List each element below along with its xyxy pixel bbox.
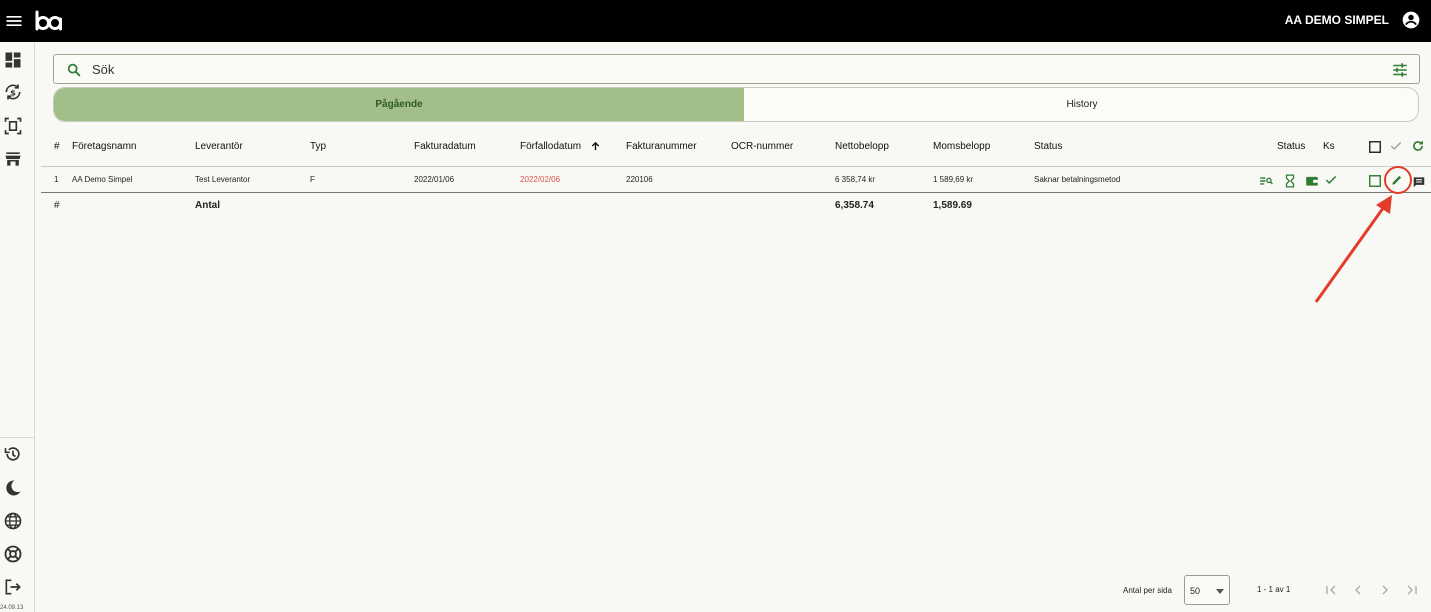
dropdown-arrow-icon (1216, 589, 1224, 594)
totals-label: Antal (195, 200, 220, 211)
account-circle-icon[interactable] (1401, 10, 1421, 30)
totals-net: 6,358.74 (835, 200, 874, 211)
currency-exchange-icon[interactable]: $ (3, 82, 23, 102)
logout-icon[interactable] (3, 577, 23, 597)
col-header-ks: Ks (1323, 141, 1335, 152)
row-supplier: Test Leverantor (195, 175, 251, 184)
search-input[interactable] (92, 60, 1292, 78)
row-net: 6 358,74 kr (835, 175, 876, 184)
col-header-supplier[interactable]: Leverantör (195, 141, 243, 152)
wallet-icon[interactable] (1305, 174, 1319, 188)
select-all-checkbox-icon[interactable] (1368, 140, 1382, 154)
lifebuoy-icon[interactable] (3, 544, 23, 564)
col-header-status[interactable]: Status (1034, 141, 1062, 152)
col-header-status-icons: Status (1277, 141, 1306, 152)
next-page-icon[interactable] (1377, 582, 1393, 598)
version-label: 24.09.13 (0, 605, 24, 611)
tab-bar: Pågående History (53, 87, 1419, 122)
totals-vat: 1,589.69 (933, 200, 972, 211)
col-header-ocr[interactable]: OCR-nummer (731, 141, 793, 152)
sidebar: $ 24.09.13 (0, 42, 35, 612)
row-checkbox-icon[interactable] (1368, 174, 1382, 188)
per-page-select[interactable]: 50 (1184, 575, 1230, 605)
tab-history[interactable]: History (744, 88, 1418, 121)
col-header-company[interactable]: Företagsnamn (72, 141, 136, 152)
page-range: 1 - 1 av 1 (1257, 585, 1291, 594)
hourglass-icon[interactable] (1283, 174, 1297, 188)
row-invoice-number: 220106 (626, 175, 653, 184)
globe-icon[interactable] (3, 511, 23, 531)
annotation-arrow (1314, 195, 1392, 303)
per-page-label: Antal per sida (1123, 586, 1172, 595)
col-header-type[interactable]: Typ (310, 141, 326, 152)
dashboard-icon[interactable] (3, 50, 23, 70)
search-icon (67, 63, 81, 77)
previous-page-icon[interactable] (1350, 582, 1366, 598)
logo[interactable] (34, 10, 64, 32)
last-page-icon[interactable] (1404, 582, 1420, 598)
menu-icon[interactable] (4, 11, 24, 31)
row-due-date: 2022/02/06 (520, 175, 561, 184)
row-divider (41, 192, 1431, 193)
search-bar[interactable] (53, 54, 1420, 84)
col-header-invoice-number[interactable]: Fakturanummer (626, 141, 697, 152)
row-company: AA Demo Simpel (72, 175, 133, 184)
row-vat: 1 589,69 kr (933, 175, 974, 184)
user-name[interactable]: AA DEMO SIMPEL (1285, 13, 1389, 27)
top-bar: AA DEMO SIMPEL (0, 0, 1431, 42)
col-header-num: # (54, 141, 60, 152)
sidebar-divider (0, 437, 35, 438)
totals-num: # (54, 200, 60, 211)
first-page-icon[interactable] (1323, 582, 1339, 598)
dark-mode-icon[interactable] (3, 478, 23, 498)
col-header-invoice-date[interactable]: Fakturadatum (414, 141, 476, 152)
view-details-icon[interactable] (1259, 174, 1273, 188)
row-invoice-date: 2022/01/06 (414, 175, 455, 184)
tab-pagaende[interactable]: Pågående (54, 88, 744, 121)
approve-all-check-icon[interactable] (1389, 139, 1403, 153)
per-page-value: 50 (1190, 586, 1201, 596)
row-status: Saknar betalningsmetod (1034, 175, 1121, 184)
document-scan-icon[interactable] (3, 116, 23, 136)
row-type: F (310, 175, 315, 184)
annotation-circle (1384, 166, 1412, 194)
col-header-net[interactable]: Nettobelopp (835, 141, 889, 152)
store-icon[interactable] (3, 149, 23, 169)
svg-text:$: $ (10, 87, 16, 97)
refresh-icon[interactable] (1411, 139, 1425, 153)
header-divider (41, 166, 1431, 167)
col-header-vat[interactable]: Momsbelopp (933, 141, 990, 152)
check-icon (1325, 175, 1337, 184)
history-icon[interactable] (3, 444, 23, 464)
filter-settings-icon[interactable] (1391, 61, 1409, 79)
row-num: 1 (54, 175, 59, 184)
col-header-due-date[interactable]: Förfallodatum (520, 141, 581, 152)
comment-icon[interactable] (1412, 175, 1426, 189)
sort-ascending-icon[interactable] (590, 141, 601, 152)
